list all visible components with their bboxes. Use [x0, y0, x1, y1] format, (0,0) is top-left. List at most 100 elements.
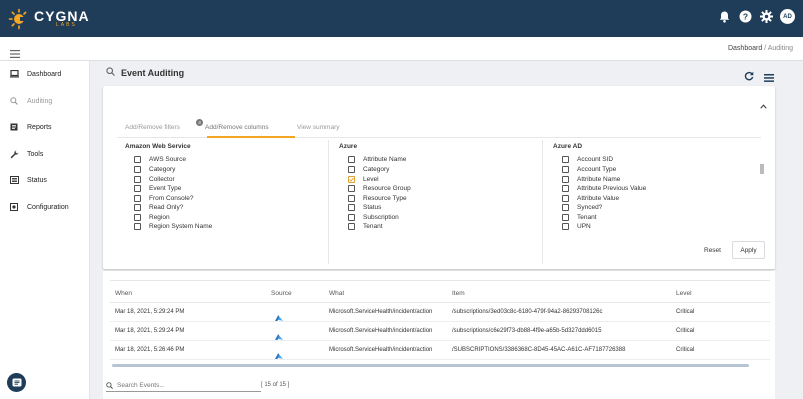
- option-label: Attribute Name: [577, 175, 621, 183]
- checkbox[interactable]: [134, 166, 141, 173]
- breadcrumb-current: Auditing: [767, 45, 793, 52]
- scrollbar[interactable]: [760, 142, 764, 208]
- option-label: Attribute Name: [363, 156, 407, 163]
- column-option[interactable]: From Console?: [134, 194, 193, 202]
- option-label: Collector: [149, 175, 175, 183]
- column-option[interactable]: AWS Source: [134, 156, 186, 163]
- option-label: Category: [149, 166, 176, 173]
- report-icon: [9, 123, 19, 131]
- column-header-item[interactable]: Item: [452, 290, 465, 297]
- cell-level: Critical: [676, 328, 695, 334]
- bell-icon[interactable]: [717, 10, 731, 24]
- checkbox[interactable]: [348, 166, 355, 173]
- checkbox[interactable]: [562, 204, 569, 211]
- column-option[interactable]: Tenant: [562, 213, 597, 221]
- column-option[interactable]: Subscription: [348, 213, 399, 221]
- column-option[interactable]: Account SID: [562, 156, 613, 163]
- column-option[interactable]: Event Type: [134, 185, 181, 192]
- checkbox[interactable]: [562, 223, 569, 230]
- option-label: Event Type: [149, 185, 182, 192]
- apply-button[interactable]: Apply: [732, 241, 765, 259]
- cell-what: Microsoft.ServiceHealth/incident/action: [329, 347, 433, 353]
- checkbox[interactable]: [562, 213, 569, 221]
- column-header-when[interactable]: When: [115, 290, 132, 297]
- checkbox[interactable]: [134, 175, 141, 183]
- sidebar-item-configuration[interactable]: Configuration: [0, 199, 90, 215]
- checkbox[interactable]: [348, 204, 355, 211]
- breadcrumb-home[interactable]: Dashboard: [728, 45, 762, 52]
- column-option[interactable]: Attribute Name: [348, 156, 406, 163]
- column-option[interactable]: Resource Type: [348, 194, 407, 202]
- option-label: Category: [363, 166, 390, 173]
- column-option[interactable]: Attribute Name: [562, 175, 621, 183]
- sidebar-item-status[interactable]: Status: [0, 172, 90, 188]
- column-option[interactable]: Collector: [134, 175, 175, 183]
- checkbox[interactable]: [134, 194, 141, 202]
- search-input[interactable]: [117, 381, 257, 389]
- column-option[interactable]: Tenant: [348, 223, 383, 230]
- tab-add-remove-filters[interactable]: Add/Remove filters: [125, 124, 180, 131]
- column-option[interactable]: Region: [134, 213, 170, 221]
- table-row[interactable]: Mar 18, 2021, 5:29:24 PM Microsoft.Servi…: [110, 322, 770, 341]
- reset-button[interactable]: Reset: [704, 247, 721, 254]
- column-option[interactable]: Status: [348, 204, 381, 211]
- sidebar-item-reports[interactable]: Reports: [0, 119, 90, 135]
- chat-button[interactable]: [7, 373, 26, 392]
- column-option[interactable]: Region System Name: [134, 223, 212, 230]
- scrollbar-thumb[interactable]: [760, 164, 764, 174]
- sidebar-item-dashboard[interactable]: Dashboard: [0, 66, 90, 82]
- column-option[interactable]: Level: [348, 175, 379, 183]
- checkbox[interactable]: [562, 175, 569, 183]
- filter-tabs: Add/Remove filters 3 Add/Remove columns …: [117, 116, 761, 138]
- checkbox[interactable]: [348, 213, 355, 221]
- column-option[interactable]: Read Only?: [134, 204, 183, 211]
- checkbox[interactable]: [562, 194, 569, 202]
- column-option[interactable]: Resource Group: [348, 185, 411, 192]
- checkbox[interactable]: [348, 156, 355, 163]
- checkbox[interactable]: [134, 156, 141, 163]
- column-header-level[interactable]: Level: [676, 290, 692, 297]
- checkbox[interactable]: [562, 156, 569, 163]
- gear-icon[interactable]: [759, 10, 773, 24]
- option-label: Account SID: [577, 156, 614, 163]
- azure-icon: [275, 346, 283, 364]
- checkbox[interactable]: [134, 204, 141, 211]
- refresh-icon[interactable]: [744, 68, 754, 86]
- logo-sun-icon: [8, 8, 30, 30]
- checkbox[interactable]: [348, 223, 355, 230]
- column-option[interactable]: UPN: [562, 223, 591, 230]
- checkbox[interactable]: [562, 166, 569, 173]
- checkbox[interactable]: [348, 185, 355, 192]
- option-label: Tenant: [577, 213, 597, 221]
- column-option[interactable]: Attribute Value: [562, 194, 619, 202]
- checkbox[interactable]: [348, 194, 355, 202]
- events-table: When Source What Item Level Mar 18, 2021…: [110, 280, 770, 360]
- column-option[interactable]: Category: [348, 166, 389, 173]
- logo[interactable]: CYGNA LABS: [8, 8, 90, 30]
- tab-view-summary[interactable]: View summary: [297, 124, 340, 131]
- sidebar-item-auditing[interactable]: Auditing: [0, 93, 90, 109]
- checkbox-checked[interactable]: [348, 175, 355, 183]
- sidebar-item-label: Auditing: [27, 97, 53, 105]
- avatar[interactable]: AD: [780, 9, 795, 24]
- column-option[interactable]: Attribute Previous Value: [562, 185, 646, 192]
- tab-add-remove-columns[interactable]: Add/Remove columns: [205, 124, 269, 131]
- chevron-up-icon[interactable]: [760, 96, 767, 114]
- column-option[interactable]: Account Type: [562, 166, 616, 173]
- table-row[interactable]: Mar 18, 2021, 5:26:46 PM Microsoft.Servi…: [110, 341, 770, 360]
- help-icon[interactable]: ?: [738, 10, 752, 24]
- checkbox[interactable]: [134, 185, 141, 192]
- checkbox[interactable]: [134, 223, 141, 230]
- checkbox[interactable]: [562, 185, 569, 192]
- checkbox[interactable]: [134, 213, 141, 221]
- horizontal-scrollbar[interactable]: [112, 364, 749, 367]
- list-view-icon[interactable]: [764, 69, 774, 87]
- column-header-source[interactable]: Source: [271, 290, 292, 297]
- table-row[interactable]: Mar 18, 2021, 5:29:24 PM Microsoft.Servi…: [110, 303, 770, 322]
- option-label: UPN: [577, 223, 591, 230]
- sidebar-item-tools[interactable]: Tools: [0, 146, 90, 162]
- column-option[interactable]: Synced?: [562, 204, 602, 211]
- breadcrumb-separator: /: [764, 45, 767, 52]
- column-header-what[interactable]: What: [329, 290, 344, 297]
- column-option[interactable]: Category: [134, 166, 175, 173]
